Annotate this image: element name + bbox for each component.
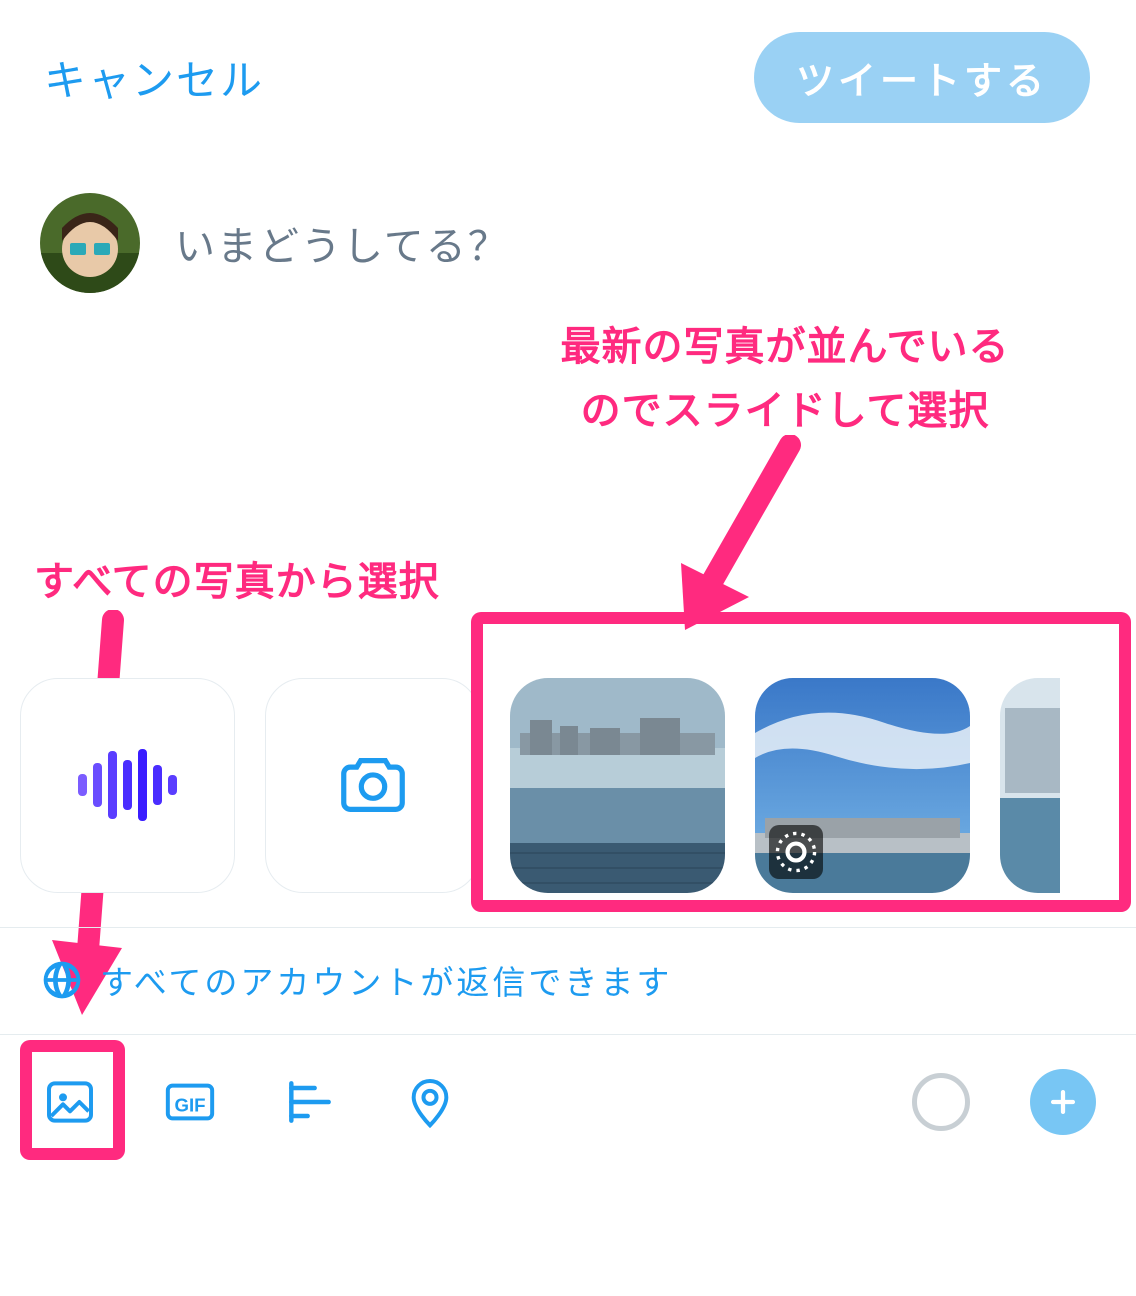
annotation-highlight-box (471, 612, 1131, 912)
poll-icon (282, 1074, 338, 1130)
globe-icon (40, 958, 84, 1002)
reply-settings[interactable]: すべてのアカウントが返信できます (0, 927, 1136, 1032)
annotation-highlight-box (20, 1040, 125, 1160)
camera-button[interactable] (265, 678, 480, 893)
cancel-button[interactable]: キャンセル (44, 47, 264, 108)
compose-header: キャンセル ツイートする (0, 0, 1136, 123)
compose-placeholder[interactable]: いまどうしてる？ (175, 214, 510, 272)
compose-toolbar: GIF (0, 1034, 1136, 1169)
add-thread-button[interactable] (1030, 1069, 1096, 1135)
compose-area: いまどうしてる？ (0, 123, 1136, 293)
camera-icon (334, 746, 412, 824)
svg-text:GIF: GIF (174, 1094, 205, 1115)
location-button[interactable] (400, 1072, 460, 1132)
plus-icon (1046, 1085, 1080, 1119)
gif-button[interactable]: GIF (160, 1072, 220, 1132)
tweet-button[interactable]: ツイートする (754, 32, 1090, 123)
reply-settings-label: すべてのアカウントが返信できます (100, 956, 672, 1004)
avatar[interactable] (40, 193, 140, 293)
voice-tweet-button[interactable] (20, 678, 235, 893)
audio-wave-icon (78, 749, 177, 821)
character-count-ring (912, 1073, 970, 1131)
location-icon (402, 1074, 458, 1130)
arrow-icon (655, 435, 815, 635)
annotation-recent-photos: 最新の写真が並んでいる のでスライドして選択 (525, 315, 1045, 443)
gif-icon: GIF (162, 1074, 218, 1130)
poll-button[interactable] (280, 1072, 340, 1132)
annotation-all-photos: すべての写真から選択 (34, 550, 440, 614)
